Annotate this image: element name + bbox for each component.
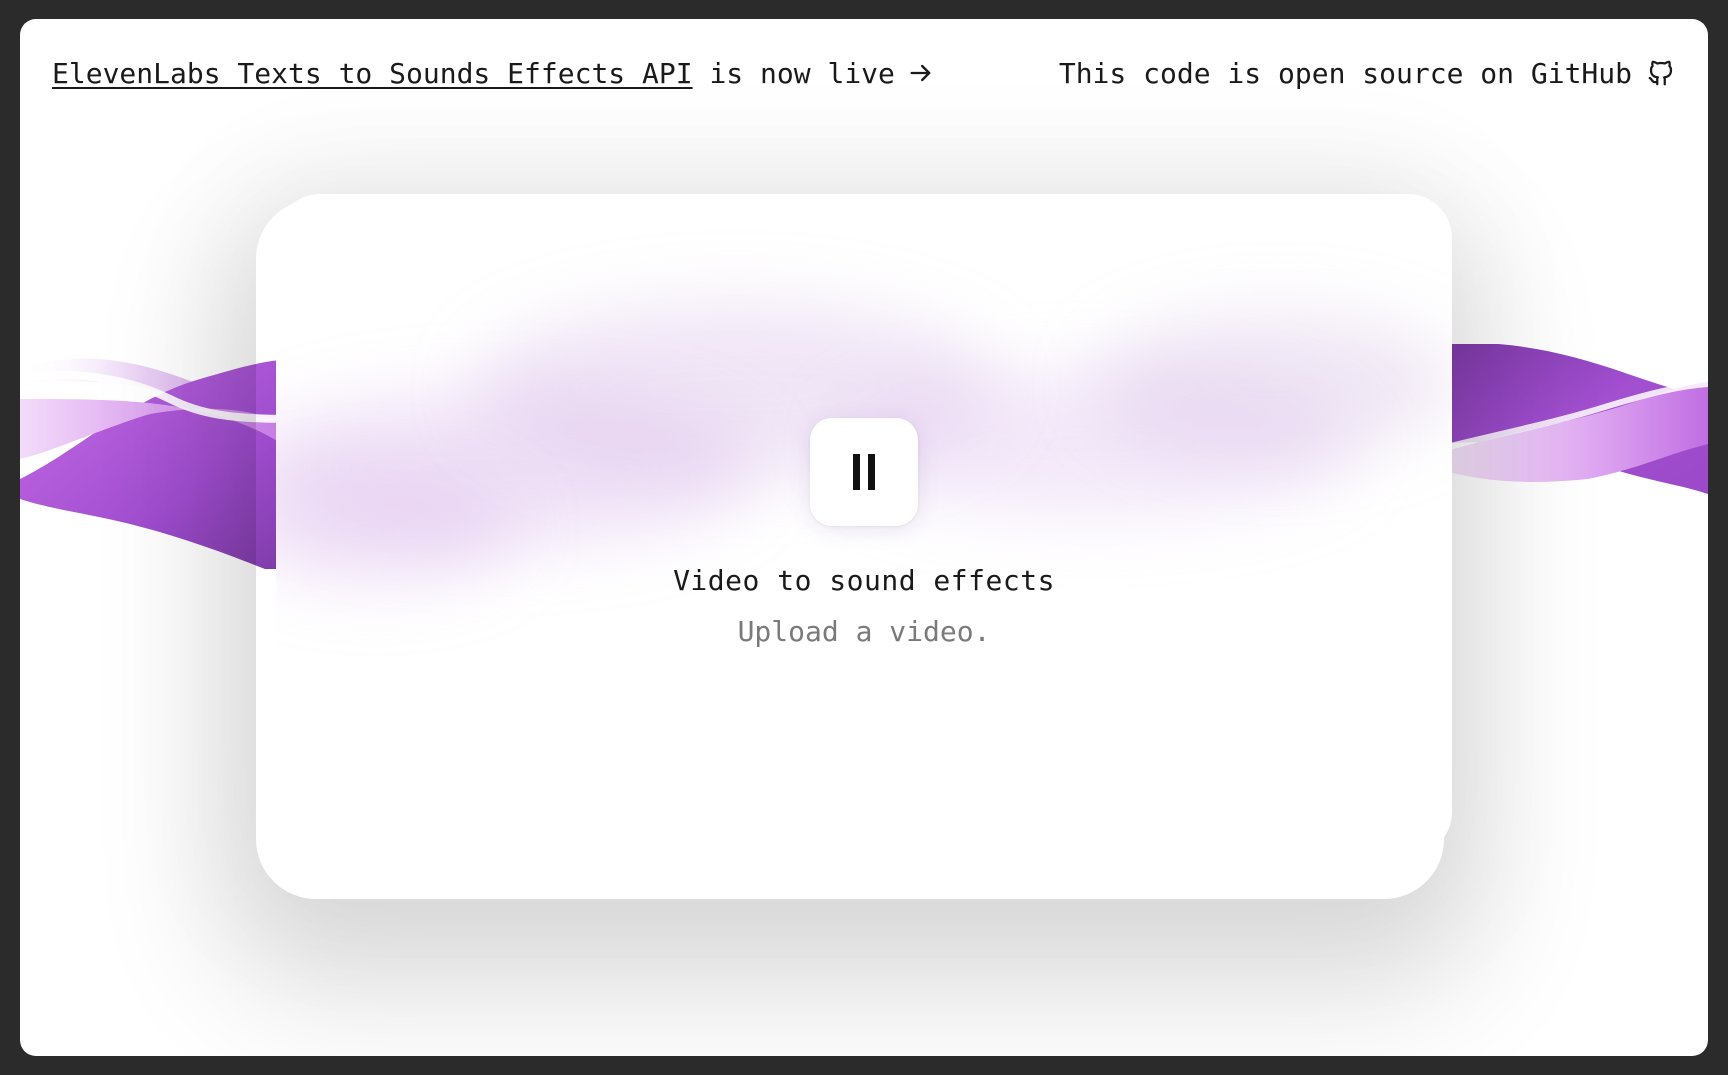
upload-prompt[interactable]: Upload a video. [738,615,991,648]
github-text[interactable]: This code is open source on GitHub [1059,57,1632,90]
announcement-link[interactable]: ElevenLabs Texts to Sounds Effects API [52,57,693,90]
app-window: ElevenLabs Texts to Sounds Effects API i… [20,19,1708,1056]
announcement: ElevenLabs Texts to Sounds Effects API i… [52,57,935,90]
pause-button[interactable] [810,418,918,526]
github-icon[interactable] [1646,58,1676,88]
upload-card[interactable]: Video to sound effects Upload a video. [276,194,1452,856]
pause-icon [853,454,860,490]
announcement-suffix: is now live [709,56,895,90]
card-content: Video to sound effects Upload a video. [276,194,1452,856]
top-bar: ElevenLabs Texts to Sounds Effects API i… [52,51,1676,95]
right-ribbon-decoration [1438,344,1708,494]
card-title: Video to sound effects [673,564,1055,597]
left-ribbon-decoration [20,358,290,569]
github-link[interactable]: This code is open source on GitHub [1059,57,1676,90]
arrow-right-icon[interactable] [907,59,935,87]
